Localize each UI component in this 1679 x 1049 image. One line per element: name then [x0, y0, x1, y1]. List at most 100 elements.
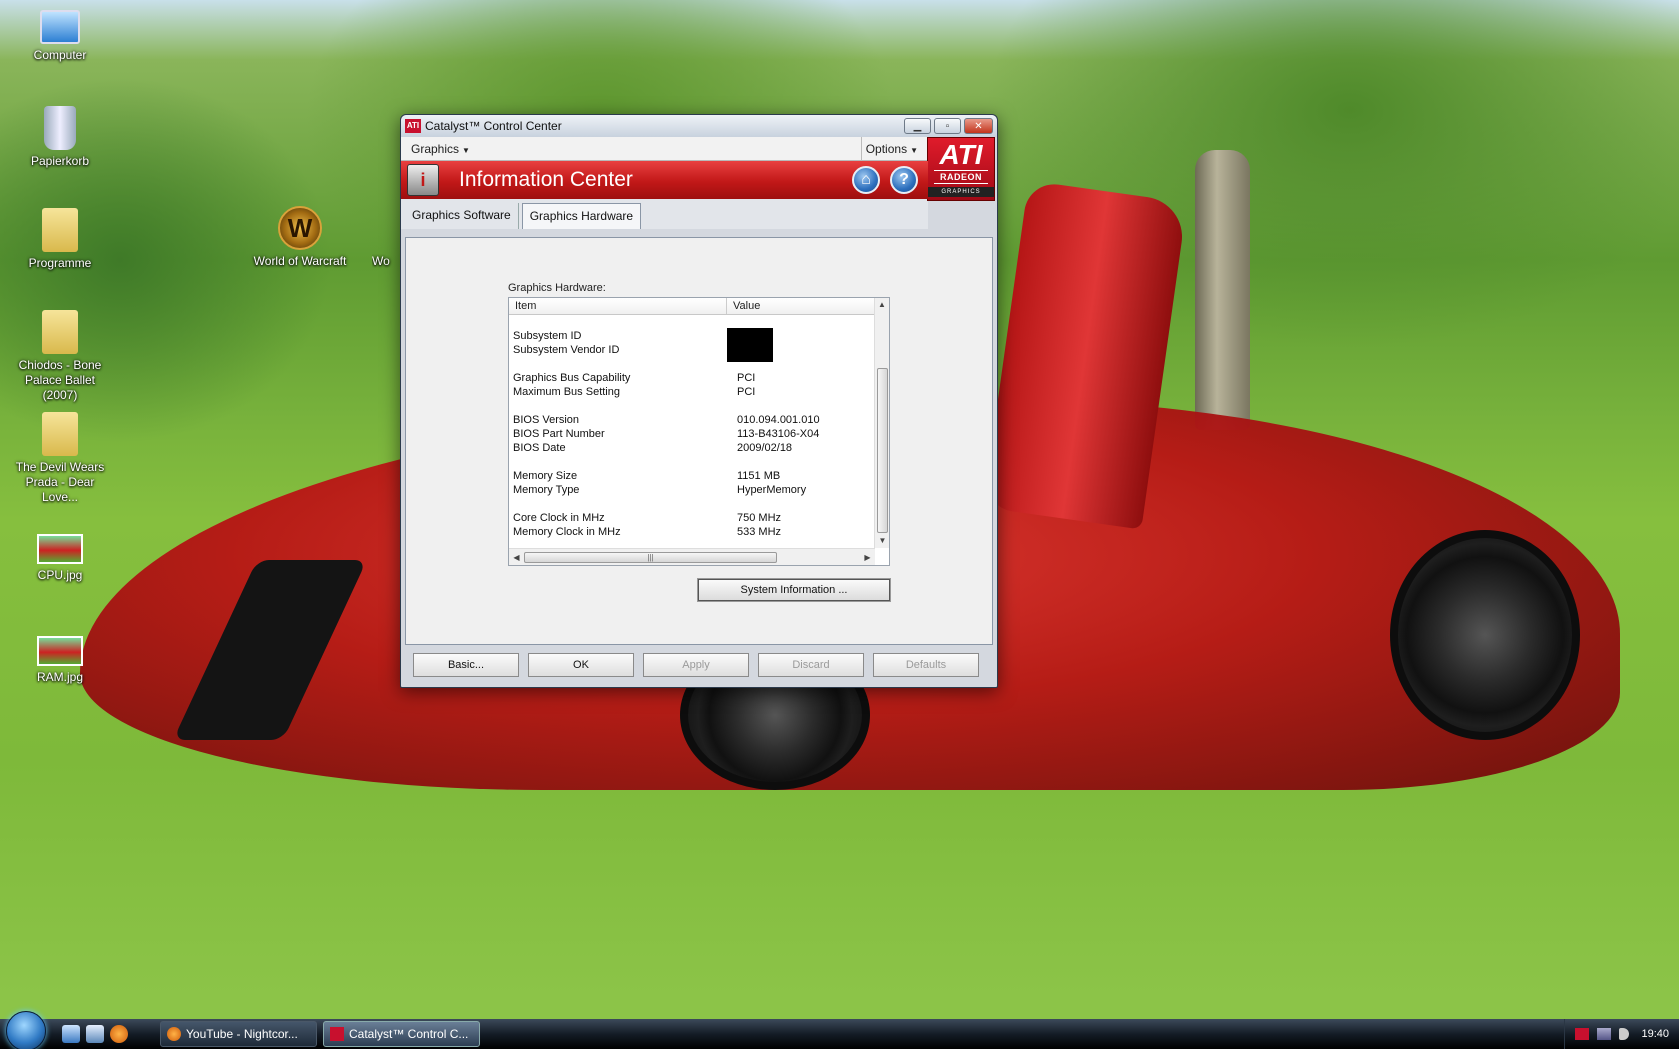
- help-button[interactable]: ?: [890, 166, 918, 194]
- desktop-icon-ram-jpg[interactable]: RAM.jpg: [10, 626, 110, 685]
- list-row[interactable]: Memory Clock in MHz 533 MHz: [509, 525, 889, 539]
- folder-icon: [42, 412, 78, 456]
- computer-icon: [40, 10, 80, 44]
- scroll-right-icon[interactable]: ▶: [860, 553, 875, 562]
- desktop-icon-devil-wears-prada-folder[interactable]: The Devil Wears Prada - Dear Love...: [6, 412, 114, 505]
- column-header-value[interactable]: Value: [727, 298, 872, 314]
- folder-icon: [42, 208, 78, 252]
- taskbar-item-label: YouTube - Nightcor...: [186, 1027, 298, 1041]
- horizontal-scroll-track[interactable]: |||: [524, 550, 860, 565]
- desktop-icon-label: Papierkorb: [30, 154, 90, 168]
- column-header-item[interactable]: Item: [509, 298, 727, 314]
- vertical-scroll-thumb[interactable]: [877, 368, 888, 533]
- row-item: Memory Size: [513, 470, 578, 482]
- image-file-icon: [37, 636, 83, 666]
- list-row[interactable]: Subsystem ID: [509, 329, 889, 343]
- desktop-icon-label: Wo: [372, 254, 390, 268]
- world-of-warcraft-icon: W: [278, 206, 322, 250]
- section-label: Graphics Hardware:: [508, 282, 606, 294]
- menu-options-label: Options: [865, 141, 908, 156]
- scroll-left-icon[interactable]: ◀: [509, 553, 524, 562]
- defaults-button[interactable]: Defaults: [873, 653, 979, 677]
- list-row[interactable]: Maximum Bus Setting PCI: [509, 385, 889, 399]
- graphics-hardware-list[interactable]: Item Value Subsystem ID Subsystem Vendor…: [508, 297, 890, 566]
- desktop-icon-programme[interactable]: Programme: [10, 208, 110, 271]
- tab-graphics-hardware[interactable]: Graphics Hardware: [521, 203, 642, 229]
- home-button[interactable]: ⌂: [852, 166, 880, 194]
- volume-icon[interactable]: [1619, 1028, 1630, 1040]
- row-value: 010.094.001.010: [737, 414, 820, 426]
- page-title: Information Center: [459, 168, 633, 191]
- chevron-down-icon: ▼: [462, 145, 470, 155]
- desktop-icon-label: The Devil Wears Prada - Dear Love...: [15, 460, 105, 504]
- firefox-quicklaunch-icon[interactable]: [110, 1025, 128, 1043]
- wallpaper-car-rear-wheel: [1390, 530, 1580, 740]
- recycle-bin-icon: [44, 106, 76, 150]
- desktop-icon-computer[interactable]: Computer: [10, 4, 110, 63]
- list-row[interactable]: BIOS Part Number 113-B43106-X04: [509, 427, 889, 441]
- desktop-icon-recycle-bin[interactable]: Papierkorb: [10, 106, 110, 169]
- desktop-icon-cpu-jpg[interactable]: CPU.jpg: [10, 524, 110, 583]
- taskbar-item-label: Catalyst™ Control C...: [349, 1027, 469, 1041]
- desktop-icon-label: RAM.jpg: [36, 670, 83, 684]
- scroll-up-icon[interactable]: ▲: [875, 298, 889, 312]
- scroll-down-icon[interactable]: ▼: [875, 534, 890, 548]
- ati-tray-icon[interactable]: [1575, 1028, 1590, 1040]
- network-icon[interactable]: [1597, 1028, 1612, 1040]
- firefox-icon: [167, 1027, 181, 1041]
- catalyst-control-center-window: ATI Catalyst™ Control Center ▁ ▫ ✕ Graph…: [400, 114, 998, 688]
- menu-graphics[interactable]: Graphics ▼: [407, 140, 474, 158]
- close-button[interactable]: ✕: [964, 118, 993, 134]
- system-information-button[interactable]: System Information ...: [697, 578, 891, 602]
- row-item: Memory Type: [513, 484, 580, 496]
- list-row[interactable]: Subsystem Vendor ID: [509, 343, 889, 357]
- taskbar-item-catalyst[interactable]: Catalyst™ Control C...: [323, 1021, 480, 1047]
- window-titlebar[interactable]: ATI Catalyst™ Control Center ▁ ▫ ✕: [401, 115, 997, 137]
- ok-button[interactable]: OK: [528, 653, 634, 677]
- taskbar-item-youtube[interactable]: YouTube - Nightcor...: [160, 1021, 317, 1047]
- discard-button[interactable]: Discard: [758, 653, 864, 677]
- show-desktop-icon[interactable]: [62, 1025, 80, 1043]
- list-row[interactable]: BIOS Date 2009/02/18: [509, 441, 889, 455]
- desktop-icon-label: Programme: [28, 256, 92, 270]
- horizontal-scrollbar[interactable]: ◀ ||| ▶: [509, 548, 875, 565]
- list-row[interactable]: Graphics Bus Capability PCI: [509, 371, 889, 385]
- system-tray: 19:40: [1564, 1019, 1679, 1049]
- menu-graphics-label: Graphics: [411, 141, 460, 156]
- info-monitor-icon: i: [407, 164, 439, 196]
- horizontal-scroll-thumb[interactable]: |||: [524, 551, 777, 563]
- desktop-icon-label: Chiodos - Bone Palace Ballet (2007): [18, 358, 102, 402]
- chevron-down-icon: ▼: [910, 145, 918, 155]
- desktop-icon-world-of-warcraft[interactable]: W World of Warcraft: [250, 206, 350, 269]
- apply-button[interactable]: Apply: [643, 653, 749, 677]
- row-value: 2009/02/18: [737, 442, 793, 454]
- wallpaper-tree-trunk: [1195, 150, 1250, 430]
- row-item: Graphics Bus Capability: [513, 372, 631, 384]
- desktop-icon-chiodos-folder[interactable]: Chiodos - Bone Palace Ballet (2007): [6, 310, 114, 403]
- radeon-logo-text: RADEON: [934, 170, 988, 184]
- list-row[interactable]: BIOS Version 010.094.001.010: [509, 413, 889, 427]
- desktop-icon-label: CPU.jpg: [37, 568, 83, 582]
- folder-icon: [42, 310, 78, 354]
- row-value: 750 MHz: [737, 512, 782, 524]
- list-row[interactable]: Memory Size 1151 MB: [509, 469, 889, 483]
- basic-button[interactable]: Basic...: [413, 653, 519, 677]
- desktop-icon-partial[interactable]: Wo: [372, 254, 402, 269]
- ati-logo-text: ATI: [939, 139, 983, 170]
- start-button[interactable]: [6, 1011, 46, 1049]
- minimize-button[interactable]: ▁: [904, 118, 931, 134]
- switch-windows-icon[interactable]: [86, 1025, 104, 1043]
- maximize-button[interactable]: ▫: [934, 118, 961, 134]
- clock[interactable]: 19:40: [1641, 1028, 1669, 1040]
- menu-options[interactable]: Options ▼: [862, 140, 922, 158]
- list-row[interactable]: Core Clock in MHz 750 MHz: [509, 511, 889, 525]
- row-value: PCI: [737, 386, 756, 398]
- desktop-icon-label: World of Warcraft: [253, 254, 347, 268]
- tab-graphics-software[interactable]: Graphics Software: [405, 203, 519, 229]
- ati-radeon-logo: ATI RADEON GRAPHICS: [927, 137, 995, 201]
- list-row[interactable]: Memory Type HyperMemory: [509, 483, 889, 497]
- row-value: 113-B43106-X04: [737, 428, 820, 440]
- vertical-scrollbar[interactable]: ▲ ▼: [874, 298, 889, 548]
